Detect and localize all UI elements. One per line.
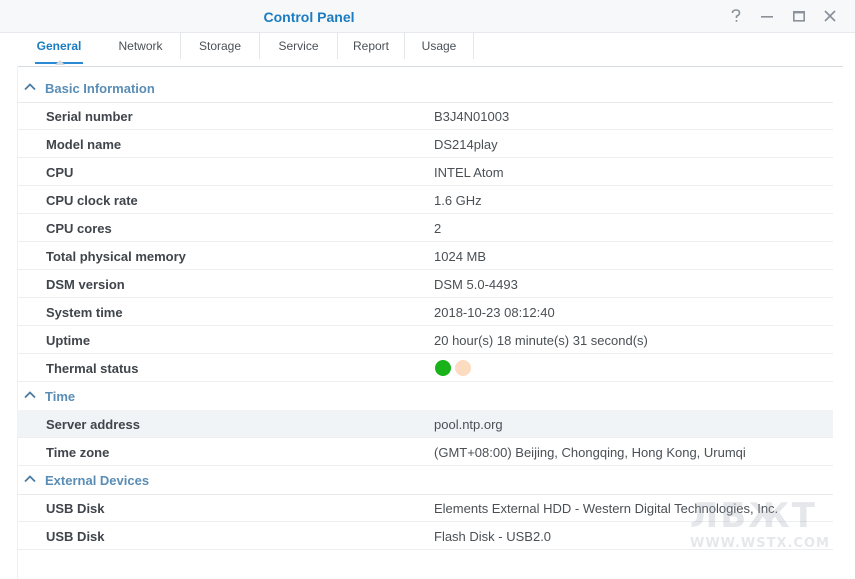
row-value: DSM 5.0-4493 bbox=[434, 277, 518, 292]
row-label: USB Disk bbox=[46, 501, 105, 516]
row-label: System time bbox=[46, 305, 123, 320]
row-value: Flash Disk - USB2.0 bbox=[434, 529, 552, 544]
section-external-devices[interactable]: External Devices bbox=[17, 466, 833, 495]
row-value: B3J4N01003 bbox=[434, 109, 510, 124]
chevron-up-icon[interactable] bbox=[24, 474, 36, 483]
help-icon[interactable] bbox=[726, 6, 746, 26]
row-label: DSM version bbox=[46, 277, 125, 292]
row-value: 1.6 GHz bbox=[434, 193, 482, 208]
info-row-system-time: System time 2018-10-23 08:12:40 bbox=[17, 298, 833, 326]
info-row-serial-number: Serial number B3J4N01003 bbox=[17, 102, 833, 130]
row-label: Uptime bbox=[46, 333, 91, 348]
tab-report[interactable]: Report bbox=[338, 33, 405, 59]
thermal-normal-indicator-icon bbox=[435, 360, 451, 376]
row-label: CPU clock rate bbox=[46, 193, 138, 208]
row-label: USB Disk bbox=[46, 529, 105, 544]
info-row-cpu: CPU INTEL Atom bbox=[17, 158, 833, 186]
info-row-time-zone: Time zone (GMT+08:00) Beijing, Chongqing… bbox=[17, 438, 833, 466]
row-value: 2018-10-23 08:12:40 bbox=[434, 305, 555, 320]
section-title: Basic Information bbox=[45, 81, 155, 96]
info-row-cpu-cores: CPU cores 2 bbox=[17, 214, 833, 242]
window-titlebar: Control Panel bbox=[0, 0, 855, 33]
info-row-uptime: Uptime 20 hour(s) 18 minute(s) 31 second… bbox=[17, 326, 833, 354]
info-row-server-address: Server address pool.ntp.org bbox=[17, 410, 833, 438]
info-row-usb-disk-2: USB Disk Flash Disk - USB2.0 bbox=[17, 522, 833, 550]
info-row-model-name: Model name DS214play bbox=[17, 130, 833, 158]
row-label: Model name bbox=[46, 137, 122, 152]
thermal-warning-indicator-icon bbox=[455, 360, 471, 376]
tab-usage[interactable]: Usage bbox=[405, 33, 474, 59]
row-value: (GMT+08:00) Beijing, Chongqing, Hong Kon… bbox=[434, 445, 746, 460]
window-title: Control Panel bbox=[263, 9, 355, 25]
chevron-up-icon[interactable] bbox=[24, 390, 36, 399]
row-value: 1024 MB bbox=[434, 249, 487, 264]
info-row-thermal-status: Thermal status bbox=[17, 354, 833, 382]
row-value: 20 hour(s) 18 minute(s) 31 second(s) bbox=[434, 333, 648, 348]
chevron-up-icon[interactable] bbox=[24, 82, 36, 91]
row-value: DS214play bbox=[434, 137, 498, 152]
row-label: Server address bbox=[46, 417, 140, 432]
row-value: 2 bbox=[434, 221, 442, 236]
row-value: pool.ntp.org bbox=[434, 417, 503, 432]
tab-service[interactable]: Service bbox=[260, 33, 338, 59]
row-label: Time zone bbox=[46, 445, 110, 460]
section-title: External Devices bbox=[45, 473, 150, 488]
section-title: Time bbox=[45, 389, 76, 404]
minimize-icon[interactable] bbox=[757, 6, 777, 26]
row-value: INTEL Atom bbox=[434, 165, 504, 180]
maximize-icon[interactable] bbox=[789, 6, 809, 26]
row-value: Elements External HDD - Western Digital … bbox=[434, 501, 779, 516]
info-row-dsm-version: DSM version DSM 5.0-4493 bbox=[17, 270, 833, 298]
row-label: Serial number bbox=[46, 109, 133, 124]
close-icon[interactable] bbox=[820, 6, 840, 26]
active-tab-caret bbox=[55, 60, 65, 65]
section-time[interactable]: Time bbox=[17, 382, 833, 411]
tab-network[interactable]: Network bbox=[101, 33, 181, 59]
row-label: CPU bbox=[46, 165, 74, 180]
row-label: Thermal status bbox=[46, 361, 139, 376]
info-row-cpu-clock-rate: CPU clock rate 1.6 GHz bbox=[17, 186, 833, 214]
section-basic-information[interactable]: Basic Information bbox=[17, 74, 833, 103]
row-label: Total physical memory bbox=[46, 249, 186, 264]
tab-storage[interactable]: Storage bbox=[181, 33, 260, 59]
row-label: CPU cores bbox=[46, 221, 112, 236]
info-row-usb-disk-1: USB Disk Elements External HDD - Western… bbox=[17, 494, 833, 522]
info-row-total-physical-memory: Total physical memory 1024 MB bbox=[17, 242, 833, 270]
tab-bar: General Network Storage Service Report U… bbox=[17, 33, 843, 67]
